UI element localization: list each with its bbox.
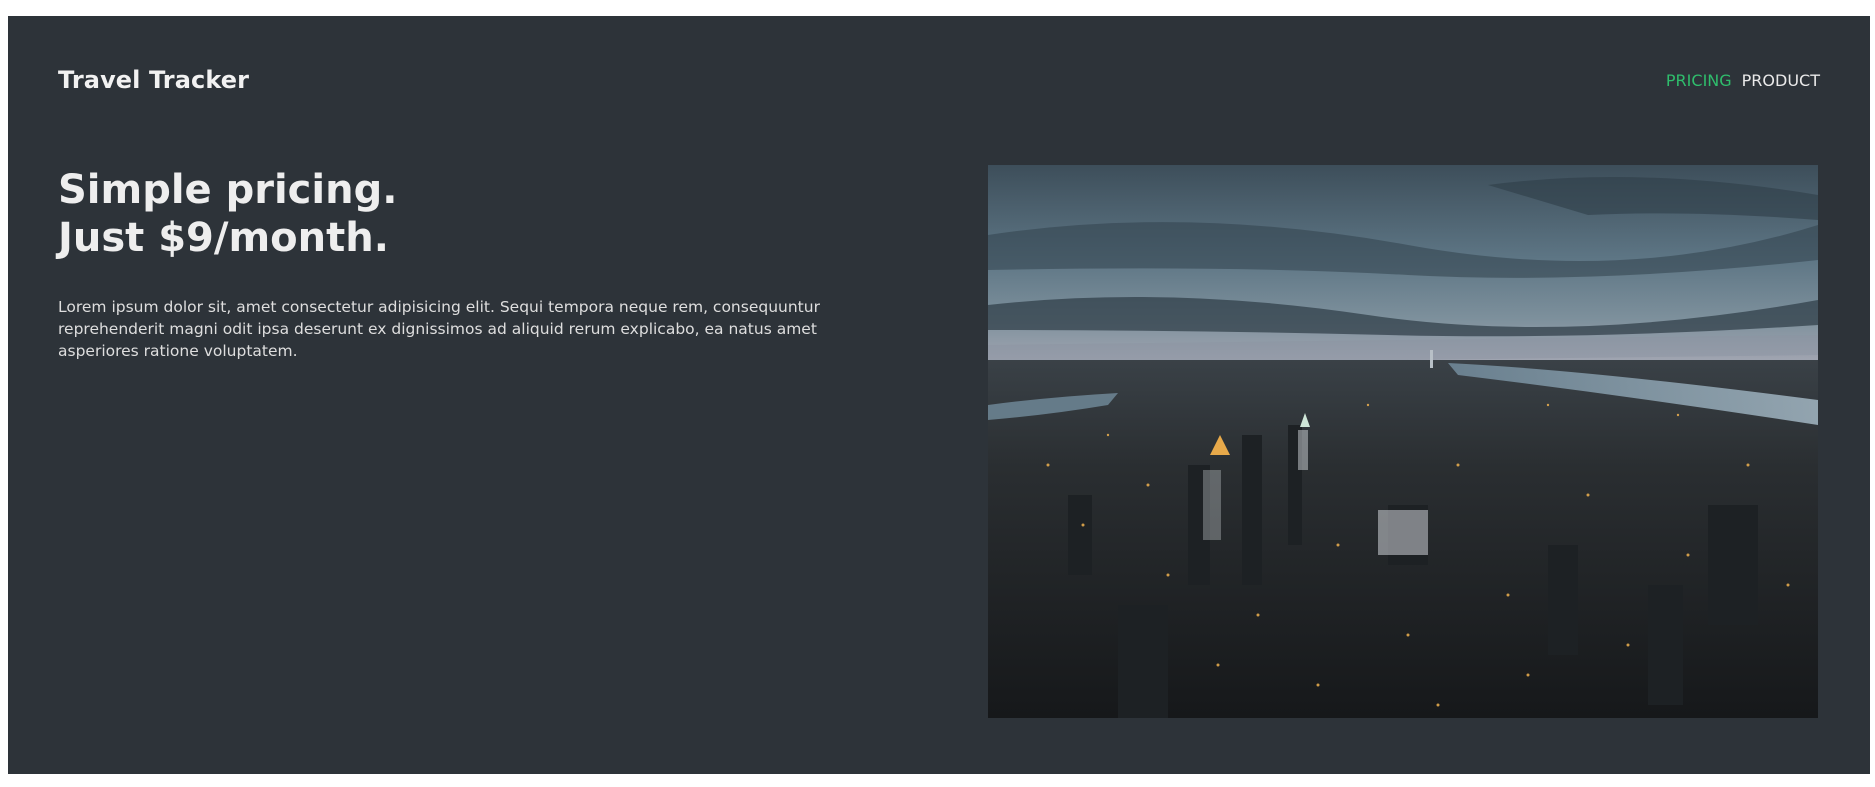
- logo[interactable]: Travel Tracker: [58, 66, 249, 94]
- site-header: Travel Tracker PRICING PRODUCT: [58, 60, 1820, 100]
- hero-headline: Simple pricing. Just $9/month.: [58, 166, 898, 262]
- headline-line-2: Just $9/month.: [58, 215, 389, 261]
- headline-line-1: Simple pricing.: [58, 167, 398, 213]
- app-frame: Travel Tracker PRICING PRODUCT Simple pr…: [8, 16, 1870, 774]
- main-nav: PRICING PRODUCT: [1666, 71, 1820, 90]
- hero-description: Lorem ipsum dolor sit, amet consectetur …: [58, 298, 820, 360]
- nav-link-product[interactable]: PRODUCT: [1742, 71, 1820, 90]
- nav-link-pricing[interactable]: PRICING: [1666, 71, 1732, 90]
- city-photo: [988, 165, 1818, 718]
- hero-text: Simple pricing. Just $9/month. Lorem ips…: [58, 166, 898, 362]
